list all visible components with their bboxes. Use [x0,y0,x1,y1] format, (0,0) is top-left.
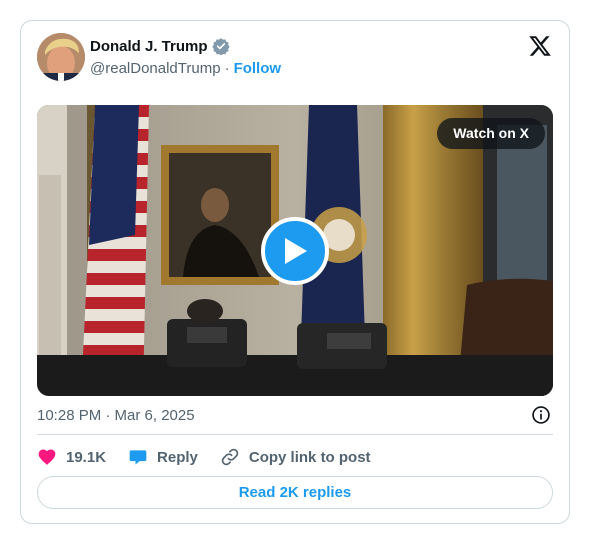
play-button[interactable] [261,217,329,285]
read-replies-button[interactable]: Read 2K replies [37,476,553,509]
x-logo-icon[interactable] [528,34,552,58]
link-icon [221,448,239,466]
reply-button[interactable]: Reply [128,447,198,467]
divider [37,434,553,435]
handle-row: @realDonaldTrump · Follow [90,60,281,77]
like-button[interactable]: 19.1K [37,447,106,467]
copy-link-button[interactable]: Copy link to post [220,447,371,467]
embedded-post-card: Donald J. Trump @realDonaldTrump · Follo… [20,20,570,524]
like-count: 19.1K [66,448,107,466]
heart-icon [38,449,56,465]
info-icon[interactable] [531,405,551,425]
play-icon [285,238,307,264]
watch-on-x-button[interactable]: Watch on X [437,118,545,149]
action-bar: 19.1K Reply Copy link to post [37,445,393,469]
separator-dot: · [224,60,230,77]
video-media[interactable]: Watch on X [37,105,553,396]
author-name-row: Donald J. Trump [90,37,230,56]
post-timestamp[interactable]: 10:28 PM · Mar 6, 2025 [37,407,195,424]
author-name[interactable]: Donald J. Trump [90,38,208,55]
reply-bubble-icon [129,450,147,465]
author-handle[interactable]: @realDonaldTrump [90,60,221,77]
copy-link-label: Copy link to post [248,448,371,466]
follow-button[interactable]: Follow [234,60,282,77]
verified-badge-icon [211,37,230,56]
avatar[interactable] [37,33,85,81]
reply-label: Reply [157,448,198,466]
